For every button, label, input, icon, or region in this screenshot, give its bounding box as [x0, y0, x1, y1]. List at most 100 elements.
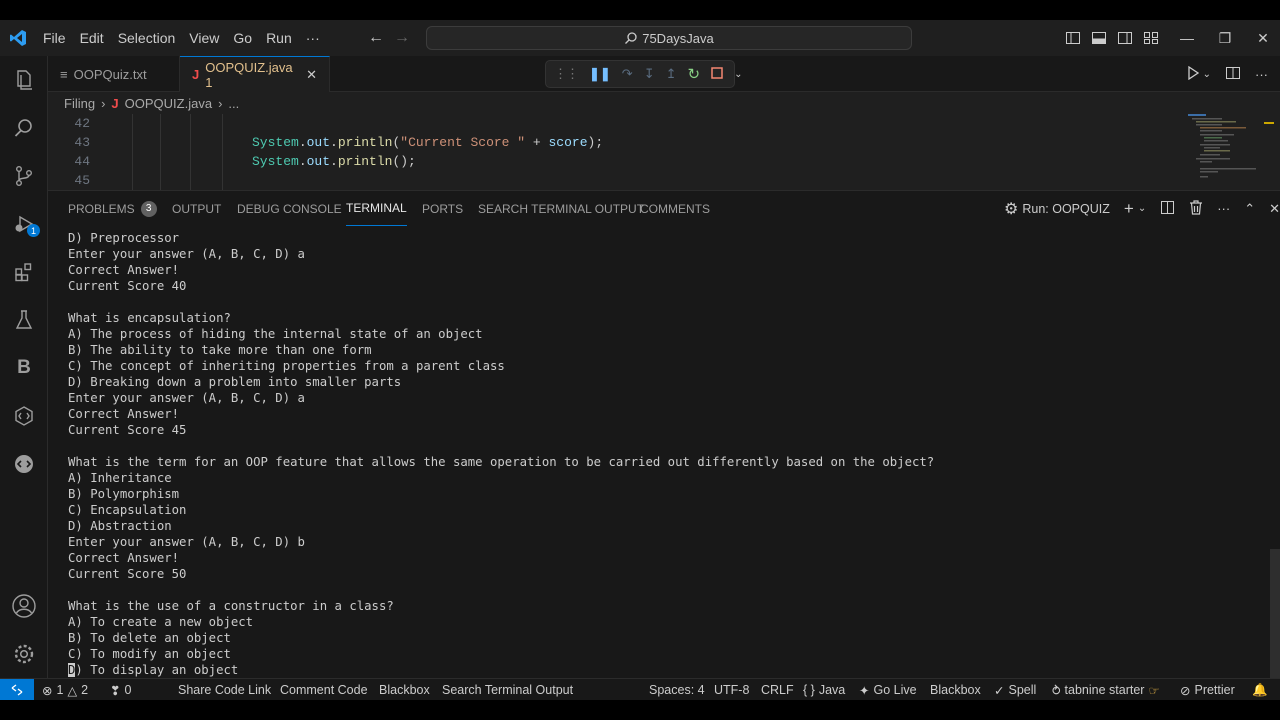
pause-icon[interactable]: ❚❚: [589, 66, 611, 82]
tab-comments[interactable]: COMMENTS: [640, 191, 710, 226]
code-editor[interactable]: 42 43 System.out.println("Current Score …: [48, 114, 1280, 190]
editor-actions: ⌄ ···: [1187, 56, 1268, 92]
chevron-down-icon[interactable]: ⌄: [1138, 203, 1146, 214]
problems-status[interactable]: ⊗ 1 △ 2: [42, 679, 88, 700]
blackbox-status-button-2[interactable]: Blackbox: [930, 679, 981, 700]
indentation-status[interactable]: Spaces: 4: [649, 679, 705, 700]
more-actions-icon[interactable]: ···: [1255, 67, 1268, 82]
forward-arrow-icon[interactable]: →: [394, 29, 410, 47]
breadcrumb-file[interactable]: OOPQUIZ.java: [125, 96, 212, 111]
tab-terminal[interactable]: TERMINAL: [346, 191, 407, 226]
step-into-icon[interactable]: ↧: [644, 66, 655, 82]
back-arrow-icon[interactable]: ←: [368, 29, 384, 47]
customize-layout-icon[interactable]: [1142, 29, 1160, 47]
search-terminal-output-button[interactable]: Search Terminal Output: [442, 679, 573, 700]
language-mode-status[interactable]: { } Java: [803, 679, 845, 700]
chevron-down-icon[interactable]: ⌄: [1203, 69, 1211, 80]
split-terminal-icon[interactable]: [1160, 200, 1175, 218]
menu-file[interactable]: File: [36, 20, 73, 56]
more-actions-icon[interactable]: ···: [1217, 201, 1230, 216]
menu-run[interactable]: Run: [259, 20, 299, 56]
encoding-status[interactable]: UTF-8: [714, 679, 749, 700]
close-window-icon[interactable]: ✕: [1244, 30, 1280, 47]
tab-output[interactable]: OUTPUT: [172, 191, 221, 226]
ports-status[interactable]: ❣ 0: [110, 679, 131, 700]
testing-flask-icon[interactable]: [0, 302, 48, 338]
text-file-icon: ≡: [60, 66, 68, 82]
menu-more[interactable]: ···: [299, 20, 327, 56]
terminal-line: Current Score 40: [68, 279, 187, 293]
source-control-icon[interactable]: [0, 158, 48, 194]
tab-label: PORTS: [422, 201, 464, 216]
terminal-line: A) Inheritance: [68, 471, 172, 485]
menu-edit[interactable]: Edit: [73, 20, 111, 56]
go-live-button[interactable]: ✦ Go Live: [859, 679, 917, 700]
share-code-link-button[interactable]: Share Code Link: [178, 679, 271, 700]
tab-label: OUTPUT: [172, 201, 222, 216]
chevron-down-icon[interactable]: ⌄: [734, 69, 742, 80]
line-number: 44: [74, 154, 90, 169]
close-tab-icon[interactable]: ✕: [306, 67, 317, 83]
maximize-panel-icon[interactable]: ⌃: [1244, 201, 1255, 217]
drag-handle-icon[interactable]: ⋮⋮: [554, 66, 579, 82]
toggle-panel-icon[interactable]: [1090, 29, 1108, 47]
terminal-instance-label[interactable]: Run: OOPQUIZ: [1022, 202, 1110, 216]
codeium-icon[interactable]: [0, 398, 48, 434]
comment-code-button[interactable]: Comment Code: [280, 679, 368, 700]
step-over-icon[interactable]: ↷: [622, 66, 633, 82]
minimize-icon[interactable]: —: [1168, 30, 1206, 46]
stop-icon[interactable]: [711, 66, 723, 82]
trash-icon[interactable]: [1189, 199, 1203, 218]
blackbox-status-button[interactable]: Blackbox: [379, 679, 430, 700]
restore-icon[interactable]: ❐: [1206, 30, 1244, 47]
terminal-line: D) To display an object: [68, 662, 238, 678]
command-center-search[interactable]: 75DaysJava: [426, 26, 912, 50]
menu-selection[interactable]: Selection: [111, 20, 183, 56]
tab-search-terminal-output[interactable]: SEARCH TERMINAL OUTPUT: [478, 191, 644, 226]
toggle-secondary-sidebar-icon[interactable]: [1116, 29, 1134, 47]
tabnine-status[interactable]: ⥁ tabnine starter ☞: [1052, 679, 1160, 700]
menu-go[interactable]: Go: [226, 20, 259, 56]
close-panel-icon[interactable]: ✕: [1269, 201, 1280, 217]
terminal-line: Enter your answer (A, B, C, D) a: [68, 391, 305, 405]
terminal-line: What is encapsulation?: [68, 311, 231, 325]
tab-oopquiz-java[interactable]: J OOPQUIZ.java 1 ✕: [180, 56, 330, 92]
spell-button[interactable]: ✓ Spell: [994, 679, 1036, 700]
notifications-bell-icon[interactable]: 🔔: [1252, 679, 1268, 700]
terminal-output[interactable]: D) Preprocessor Enter your answer (A, B, …: [68, 230, 1248, 662]
tab-problems[interactable]: PROBLEMS 3: [68, 191, 157, 226]
minimap[interactable]: [1188, 114, 1274, 190]
remote-indicator-icon[interactable]: [0, 678, 34, 700]
terminal-line: Enter your answer (A, B, C, D) b: [68, 535, 305, 549]
step-out-icon[interactable]: ↥: [666, 66, 677, 82]
explorer-icon[interactable]: [0, 62, 48, 98]
error-count: 1: [56, 683, 64, 697]
split-editor-icon[interactable]: [1225, 65, 1241, 84]
eol-status[interactable]: CRLF: [761, 679, 794, 700]
status-label: Share Code Link: [178, 683, 272, 697]
blackbox-icon[interactable]: B: [0, 350, 48, 386]
search-label: 75DaysJava: [642, 30, 714, 46]
new-terminal-plus-icon[interactable]: +: [1124, 199, 1134, 219]
restart-icon[interactable]: ↻: [688, 65, 701, 83]
tab-label: PROBLEMS: [68, 201, 135, 216]
extensions-icon[interactable]: [0, 254, 48, 290]
terminal-line: What is the use of a constructor in a cl…: [68, 599, 394, 613]
tab-oopquiz-txt[interactable]: ≡ OOPQuiz.txt: [48, 56, 180, 92]
settings-gear-icon[interactable]: [0, 636, 48, 672]
breadcrumb-more[interactable]: ...: [228, 96, 239, 111]
menu-bar: File Edit Selection View Go Run ···: [36, 20, 327, 56]
account-icon[interactable]: [0, 588, 48, 624]
run-play-icon[interactable]: [1187, 65, 1199, 83]
menu-view[interactable]: View: [182, 20, 226, 56]
toggle-sidebar-icon[interactable]: [1064, 29, 1082, 47]
terminal-scrollbar[interactable]: [1270, 549, 1280, 679]
breadcrumb-folder[interactable]: Filing: [64, 96, 95, 111]
search-icon[interactable]: [0, 110, 48, 146]
tab-ports[interactable]: PORTS: [422, 191, 463, 226]
prettier-status[interactable]: ⊘ Prettier: [1180, 679, 1235, 700]
run-debug-icon[interactable]: [0, 206, 48, 242]
chat-icon[interactable]: [0, 446, 48, 482]
tab-debug-console[interactable]: DEBUG CONSOLE: [237, 191, 342, 226]
tab-label: TERMINAL: [346, 201, 407, 215]
